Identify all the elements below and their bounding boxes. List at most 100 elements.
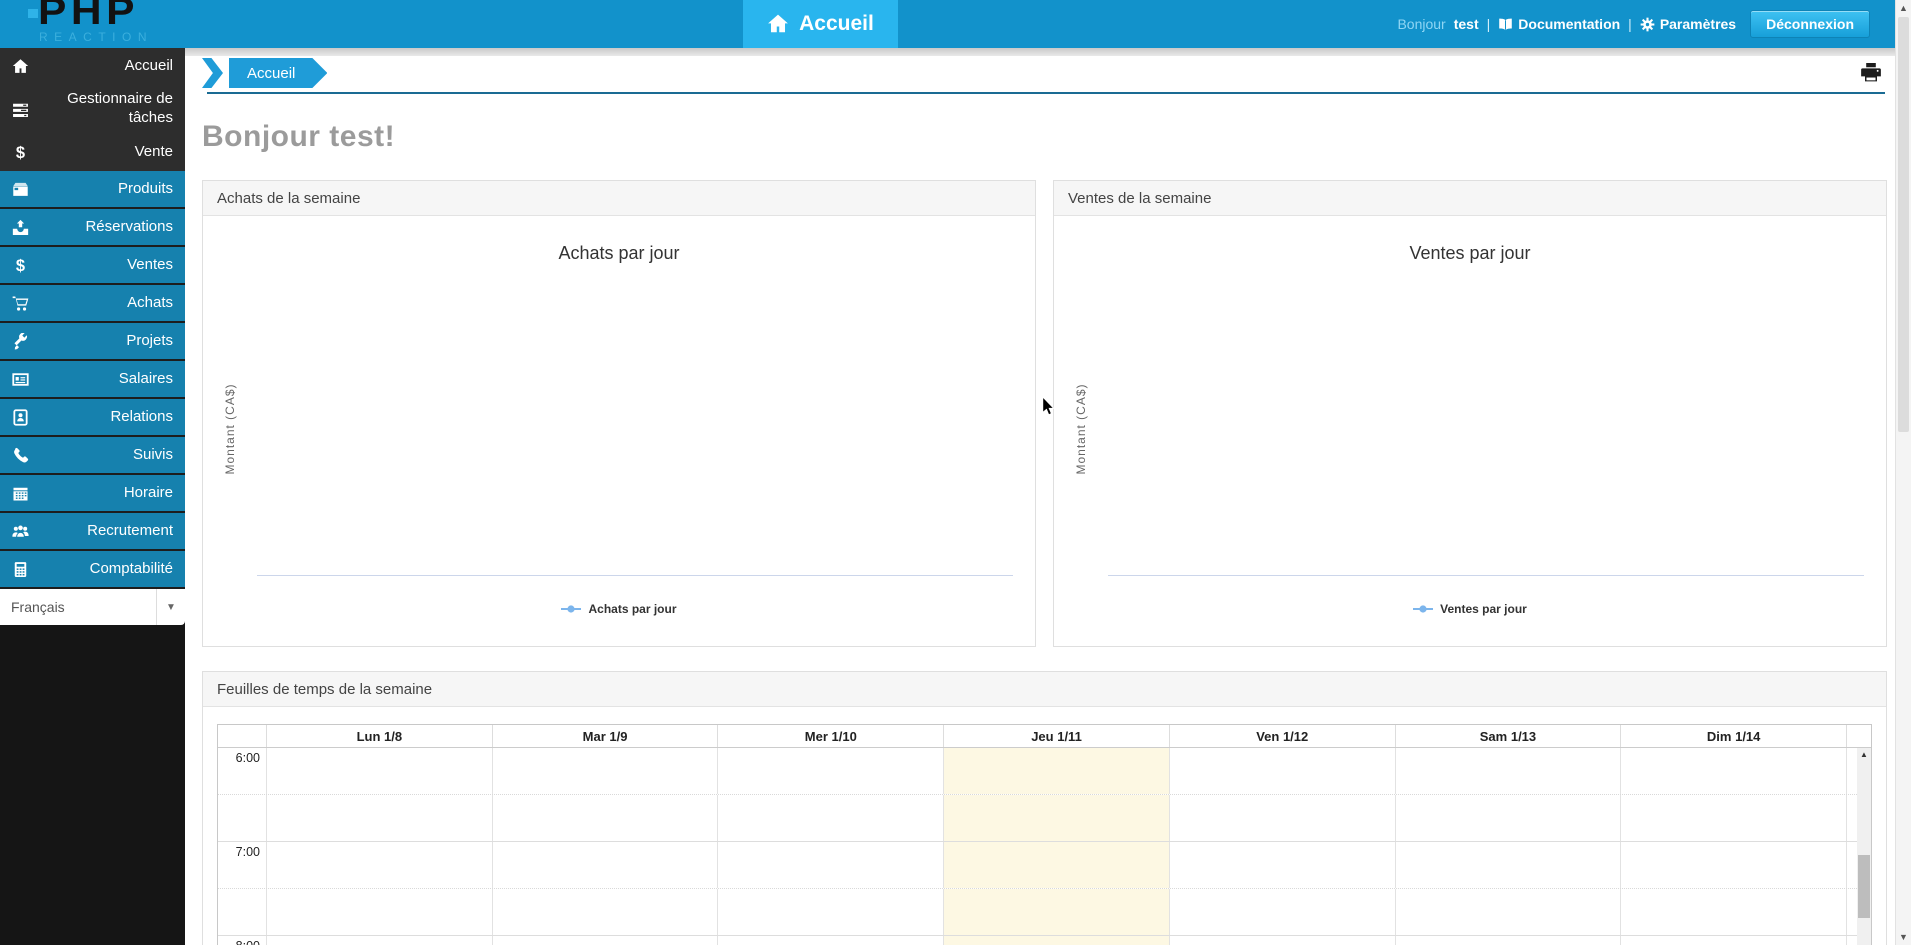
calendar-cell[interactable] bbox=[1169, 842, 1395, 888]
page-title: Bonjour test! bbox=[202, 120, 1896, 154]
idcard-icon bbox=[8, 371, 32, 388]
sidebar-item-comptabilite[interactable]: Comptabilité bbox=[0, 551, 185, 589]
achats-legend-item[interactable]: Achats par jour bbox=[203, 602, 1035, 616]
timesheet-week-grid: Lun 1/8Mar 1/9Mer 1/10Jeu 1/11Ven 1/12Sa… bbox=[217, 724, 1872, 945]
page-scrollbar-thumb[interactable] bbox=[1898, 17, 1909, 432]
calendar-cell[interactable] bbox=[1395, 889, 1621, 935]
calendar-cell[interactable] bbox=[1395, 795, 1621, 841]
sidebar-item-ventes[interactable]: $Ventes bbox=[0, 247, 185, 285]
sidebar-item-gestionnaire-de-taches[interactable]: Gestionnaire de tâches bbox=[0, 85, 185, 133]
calendar-cell[interactable] bbox=[943, 889, 1169, 935]
calendar-icon bbox=[8, 485, 32, 502]
topbar-user-area: Bonjour test | Documentation | Paramètre… bbox=[1397, 0, 1870, 48]
sidebar-item-salaires[interactable]: Salaires bbox=[0, 361, 185, 399]
calendar-day-header-4: Jeu 1/11 bbox=[943, 725, 1169, 747]
calendar-scrollbar[interactable]: ▲ bbox=[1857, 748, 1871, 945]
logout-button[interactable]: Déconnexion bbox=[1750, 10, 1870, 38]
calendar-cell[interactable] bbox=[1620, 748, 1846, 794]
calendar-cell[interactable] bbox=[1169, 795, 1395, 841]
sidebar-item-reservations[interactable]: Réservations bbox=[0, 209, 185, 247]
calendar-cell[interactable] bbox=[1169, 748, 1395, 794]
dollar-icon: $ bbox=[8, 144, 32, 161]
sidebar-item-label: Salaires bbox=[32, 370, 173, 389]
calendar-cell[interactable] bbox=[943, 748, 1169, 794]
calendar-header-row: Lun 1/8Mar 1/9Mer 1/10Jeu 1/11Ven 1/12Sa… bbox=[218, 725, 1871, 748]
sidebar-item-horaire[interactable]: Horaire bbox=[0, 475, 185, 513]
sidebar-item-achats[interactable]: Achats bbox=[0, 285, 185, 323]
calendar-cell[interactable] bbox=[1169, 936, 1395, 945]
sidebar-item-label: Relations bbox=[32, 408, 173, 427]
achats-y-axis-label: Montant (CA$) bbox=[223, 374, 237, 484]
calendar-cell[interactable] bbox=[266, 748, 492, 794]
calendar-cell[interactable] bbox=[717, 795, 943, 841]
calendar-cell[interactable] bbox=[266, 795, 492, 841]
sidebar-item-label: Vente bbox=[32, 143, 173, 162]
sidebar-item-projets[interactable]: Projets bbox=[0, 323, 185, 361]
calculator-icon bbox=[8, 561, 32, 578]
sidebar-item-vente[interactable]: $Vente bbox=[0, 133, 185, 171]
calendar-header-filler bbox=[1846, 725, 1871, 747]
topbar: PHP REACTION Accueil Bonjour test | Docu… bbox=[0, 0, 1896, 48]
sidebar-item-recrutement[interactable]: Recrutement bbox=[0, 513, 185, 551]
achats-chart-title: Achats par jour bbox=[203, 243, 1035, 264]
calendar-cell[interactable] bbox=[492, 842, 718, 888]
legend-marker-icon bbox=[1413, 604, 1433, 614]
calendar-cell[interactable] bbox=[266, 842, 492, 888]
calendar-cell[interactable] bbox=[492, 936, 718, 945]
calendar-cell[interactable] bbox=[1395, 748, 1621, 794]
panel-achats-semaine: Achats de la semaine Achats par jour Mon… bbox=[202, 180, 1036, 647]
ventes-legend-item[interactable]: Ventes par jour bbox=[1054, 602, 1886, 616]
calendar-cell[interactable] bbox=[492, 748, 718, 794]
calendar-cell[interactable] bbox=[1620, 889, 1846, 935]
calendar-cell[interactable] bbox=[1620, 936, 1846, 945]
scroll-down-icon[interactable]: ▼ bbox=[1896, 932, 1911, 942]
calendar-cell[interactable] bbox=[943, 936, 1169, 945]
calendar-cell[interactable] bbox=[266, 936, 492, 945]
app-root: PHP REACTION Accueil Bonjour test | Docu… bbox=[0, 0, 1911, 945]
calendar-cell[interactable] bbox=[492, 889, 718, 935]
sidebar-item-relations[interactable]: Relations bbox=[0, 399, 185, 437]
calendar-scrollbar-thumb[interactable] bbox=[1858, 855, 1870, 918]
calendar-row bbox=[218, 889, 1871, 936]
calendar-time-label bbox=[218, 795, 266, 841]
calendar-cell[interactable] bbox=[492, 795, 718, 841]
calendar-cell[interactable] bbox=[943, 842, 1169, 888]
documentation-link[interactable]: Documentation bbox=[1498, 16, 1620, 32]
separator: | bbox=[1628, 16, 1632, 32]
calendar-cell[interactable] bbox=[1395, 936, 1621, 945]
breadcrumb-item-accueil[interactable]: Accueil bbox=[229, 58, 327, 88]
calendar-time-label: 7:00 bbox=[218, 842, 266, 888]
sidebar-item-suivis[interactable]: Suivis bbox=[0, 437, 185, 475]
scroll-up-icon[interactable]: ▲ bbox=[1857, 748, 1871, 761]
calendar-cell[interactable] bbox=[1620, 795, 1846, 841]
home-nav-label: Accueil bbox=[799, 12, 874, 36]
page-scrollbar[interactable]: ▲ ▼ bbox=[1895, 0, 1911, 945]
calendar-cell[interactable] bbox=[717, 842, 943, 888]
panel-achats-header: Achats de la semaine bbox=[203, 181, 1035, 216]
calendar-cell[interactable] bbox=[943, 795, 1169, 841]
home-nav-button[interactable]: Accueil bbox=[743, 0, 898, 48]
calendar-cell[interactable] bbox=[717, 936, 943, 945]
sidebar-item-label: Produits bbox=[32, 180, 173, 199]
settings-link[interactable]: Paramètres bbox=[1640, 16, 1736, 32]
calendar-cell[interactable] bbox=[717, 748, 943, 794]
print-button[interactable] bbox=[1860, 63, 1882, 83]
breadcrumb-chevron-icon bbox=[202, 58, 223, 88]
sidebar: AccueilGestionnaire de tâches$Vente Prod… bbox=[0, 48, 185, 945]
calendar-cell[interactable] bbox=[1620, 842, 1846, 888]
calendar-cell[interactable] bbox=[266, 889, 492, 935]
tasks-icon bbox=[8, 101, 32, 118]
sidebar-item-label: Recrutement bbox=[32, 522, 173, 541]
calendar-cell[interactable] bbox=[1395, 842, 1621, 888]
separator: | bbox=[1487, 16, 1491, 32]
scroll-up-icon[interactable]: ▲ bbox=[1896, 3, 1911, 13]
book-icon bbox=[1498, 17, 1513, 32]
sidebar-item-produits[interactable]: Produits bbox=[0, 171, 185, 209]
sidebar-item-label: Horaire bbox=[32, 484, 173, 503]
username-label: test bbox=[1454, 16, 1479, 32]
sidebar-item-accueil[interactable]: Accueil bbox=[0, 48, 185, 85]
language-select[interactable]: Français ▼ bbox=[0, 589, 185, 625]
calendar-cell[interactable] bbox=[717, 889, 943, 935]
breadcrumb-trail: Accueil bbox=[202, 58, 327, 88]
calendar-cell[interactable] bbox=[1169, 889, 1395, 935]
